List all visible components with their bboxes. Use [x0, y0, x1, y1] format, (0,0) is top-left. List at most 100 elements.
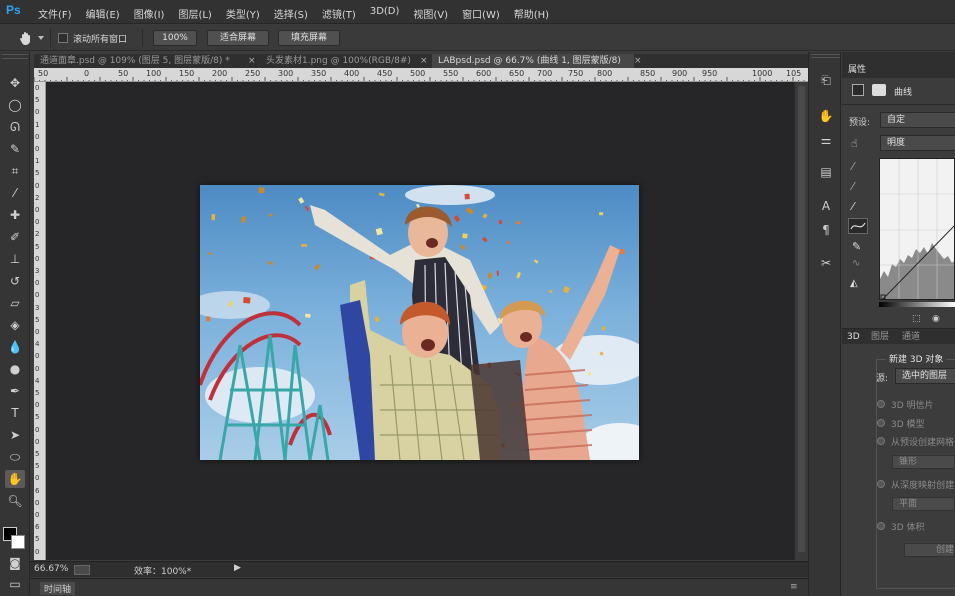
- toolbar-grip[interactable]: [2, 54, 28, 59]
- smooth-curve-icon[interactable]: ∿: [852, 258, 860, 269]
- move-tool-icon[interactable]: ✥: [5, 74, 25, 92]
- sample-black-eyedropper-icon[interactable]: ⁄: [852, 160, 854, 173]
- character-panel-icon[interactable]: A: [817, 198, 835, 214]
- tab-close-icon[interactable]: ×: [248, 54, 256, 68]
- blur-tool-icon[interactable]: 💧: [5, 338, 25, 356]
- clone-stamp-tool-icon[interactable]: ⊥: [5, 250, 25, 268]
- brush-tool-icon[interactable]: ✐: [5, 228, 25, 246]
- background-color-swatch[interactable]: [11, 535, 25, 549]
- depth-map-dropdown[interactable]: 平面: [892, 497, 955, 511]
- marquee-tool-icon[interactable]: ◯: [5, 96, 25, 114]
- curves-graph[interactable]: [879, 158, 955, 300]
- menu-layer[interactable]: 图层(L): [178, 6, 211, 21]
- tools-presets-icon[interactable]: ✂: [817, 255, 835, 271]
- menu-type[interactable]: 类型(Y): [226, 6, 260, 21]
- create-button[interactable]: 创建: [904, 543, 955, 557]
- scrollbar-thumb[interactable]: [798, 86, 805, 552]
- ruler-top[interactable]: 50 0 50 100 150 200 250 300 350 400 450 …: [34, 68, 808, 82]
- volume-radio[interactable]: [877, 522, 885, 530]
- shape-tool-icon[interactable]: ⬭: [5, 448, 25, 466]
- curves-icon: [852, 84, 864, 96]
- sample-white-eyedropper-icon[interactable]: ⁄: [852, 200, 854, 213]
- menu-image[interactable]: 图像(I): [134, 6, 165, 21]
- crop-tool-icon[interactable]: ⌗: [5, 162, 25, 180]
- options-bar: 滚动所有窗口 100% 适合屏幕 填充屏幕: [0, 25, 955, 51]
- tool-preset-chevron-down-icon[interactable]: [38, 36, 44, 40]
- fill-screen-button[interactable]: 填充屏幕: [278, 30, 340, 46]
- pencil-curve-icon[interactable]: ✎: [852, 240, 861, 253]
- history-panel-icon[interactable]: ⎗: [817, 72, 835, 88]
- fit-screen-button[interactable]: 适合屏幕: [207, 30, 269, 46]
- view-previous-icon[interactable]: ◉: [932, 314, 940, 324]
- ruler-label: 0: [35, 328, 40, 336]
- on-image-adjust-icon[interactable]: ☝: [851, 137, 869, 151]
- zoom-100-button[interactable]: 100%: [153, 30, 197, 46]
- zoom-level[interactable]: 66.67%: [34, 564, 68, 574]
- channel-dropdown[interactable]: 明度: [880, 135, 955, 151]
- curve-edit-point-icon[interactable]: [848, 218, 868, 234]
- efficiency-readout: 效率：100%*: [134, 567, 192, 577]
- column-grip[interactable]: [811, 54, 840, 58]
- tab-close-icon[interactable]: ×: [420, 54, 428, 68]
- tab-doc-3-active[interactable]: LABpsd.psd @ 66.7% (曲线 1, 图层蒙版/8): [432, 54, 634, 68]
- postcard-radio[interactable]: [877, 400, 885, 408]
- zoom-tool-icon[interactable]: 🔍︎: [5, 492, 25, 510]
- menu-3d[interactable]: 3D(D): [370, 6, 400, 21]
- tab-doc-2[interactable]: 头发素材1.png @ 100%(RGB/8#): [260, 54, 446, 68]
- sample-gray-eyedropper-icon[interactable]: ⁄: [852, 180, 854, 193]
- lasso-tool-icon[interactable]: ᘏ: [5, 118, 25, 136]
- tab-channels[interactable]: 通道: [902, 330, 920, 344]
- menu-filter[interactable]: 滤镜(T): [322, 6, 356, 21]
- history-brush-tool-icon[interactable]: ↺: [5, 272, 25, 290]
- panel-menu-icon[interactable]: ≡: [790, 582, 798, 592]
- scroll-all-windows-checkbox[interactable]: [58, 33, 68, 43]
- preset-mesh-radio[interactable]: [877, 437, 885, 445]
- screen-mode-icon[interactable]: ▭: [5, 575, 25, 593]
- tab-close-icon[interactable]: ×: [634, 54, 642, 68]
- status-menu-arrow-icon[interactable]: ▶: [234, 563, 241, 573]
- path-select-tool-icon[interactable]: ➤: [5, 426, 25, 444]
- ruler-label: 4: [35, 340, 40, 349]
- timeline-tab[interactable]: 时间轴: [40, 582, 76, 595]
- tab-properties[interactable]: 属性: [848, 63, 866, 77]
- eraser-tool-icon[interactable]: ▱: [5, 294, 25, 312]
- vertical-scrollbar[interactable]: [794, 82, 808, 560]
- source-dropdown[interactable]: 选中的图层: [895, 368, 955, 384]
- clip-to-layer-icon[interactable]: ⬚: [912, 314, 921, 324]
- menu-view[interactable]: 视图(V): [413, 6, 448, 21]
- mesh-preset-dropdown[interactable]: 锥形: [892, 455, 955, 469]
- status-toggle-icon[interactable]: [74, 565, 90, 575]
- menu-file[interactable]: 文件(F): [38, 6, 72, 21]
- hand-tool-icon[interactable]: [18, 30, 34, 46]
- menu-select[interactable]: 选择(S): [274, 6, 308, 21]
- ruler-label: 0: [35, 206, 40, 214]
- tab-3d[interactable]: 3D: [847, 330, 860, 344]
- healing-brush-tool-icon[interactable]: ✚: [5, 206, 25, 224]
- hand-tool-icon[interactable]: ✋: [5, 470, 25, 488]
- quick-select-tool-icon[interactable]: ✎: [5, 140, 25, 158]
- mask-icon[interactable]: [872, 84, 886, 96]
- preset-dropdown[interactable]: 自定: [880, 112, 955, 128]
- pen-tool-icon[interactable]: ✒: [5, 382, 25, 400]
- eyedropper-tool-icon[interactable]: ⁄: [5, 184, 25, 202]
- tab-doc-1[interactable]: 通道面章.psd @ 109% (图层 5, 图层蒙版/8) *: [34, 54, 246, 68]
- paragraph-panel-icon[interactable]: ¶: [817, 222, 835, 238]
- document-image[interactable]: [200, 185, 639, 460]
- ruler-label: 0: [35, 254, 40, 263]
- adjustments-panel-icon[interactable]: ✋: [817, 108, 835, 124]
- menu-edit[interactable]: 编辑(E): [86, 6, 120, 21]
- model-radio[interactable]: [877, 419, 885, 427]
- paint-bucket-tool-icon[interactable]: ◈: [5, 316, 25, 334]
- layer-comps-panel-icon[interactable]: ▤: [817, 164, 835, 180]
- tab-layers[interactable]: 图层: [871, 330, 889, 344]
- document-tabs: 通道面章.psd @ 109% (图层 5, 图层蒙版/8) * × 头发素材1…: [34, 54, 808, 68]
- auto-levels-icon[interactable]: ◭: [850, 278, 858, 289]
- dodge-tool-icon[interactable]: ●: [5, 360, 25, 378]
- ruler-left[interactable]: 0 5 0 1 0 0 1 5 0 2 0 0 2 5 0 3 0 0 3 5 0 4 0 0 4 5 0 5 0 0 5 5 0 6 0 0 6 5 0: [34, 82, 46, 560]
- menu-help[interactable]: 帮助(H): [514, 6, 549, 21]
- menu-window[interactable]: 窗口(W): [462, 6, 500, 21]
- sliders-panel-icon[interactable]: ⚌: [817, 132, 835, 148]
- depth-map-radio[interactable]: [877, 480, 885, 488]
- type-tool-icon[interactable]: T: [5, 404, 25, 422]
- quick-mask-icon[interactable]: ◙: [5, 554, 25, 572]
